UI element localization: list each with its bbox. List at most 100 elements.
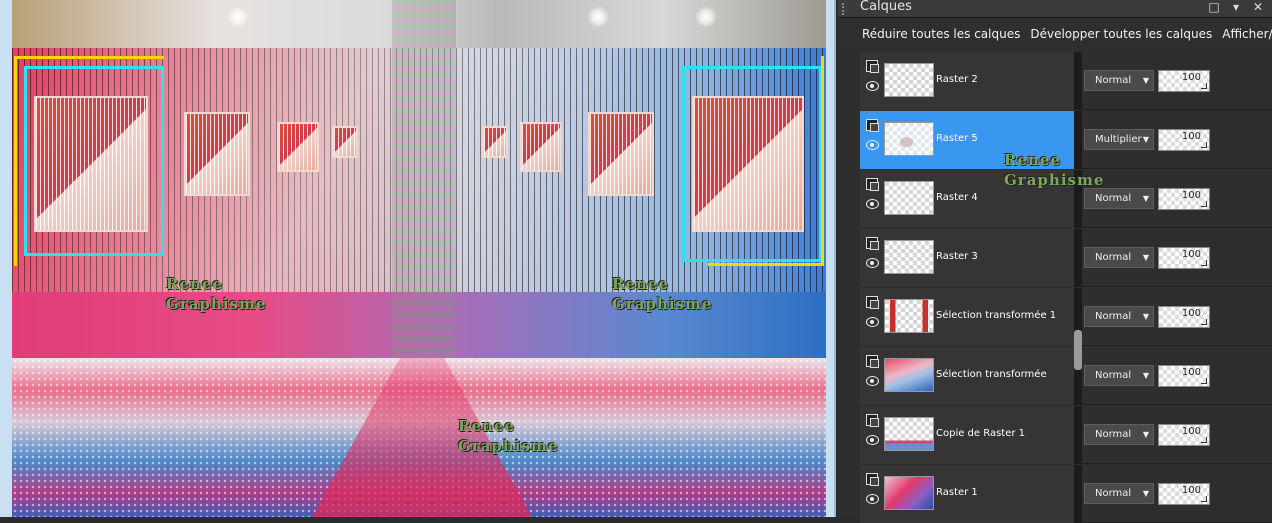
opacity-field[interactable]: 100	[1158, 129, 1210, 151]
layer-thumbnail[interactable]	[884, 181, 934, 215]
layer-name[interactable]: Raster 2	[936, 74, 978, 85]
panel-toolbar: Réduire toutes les calques Développer to…	[838, 20, 1272, 48]
artwork-image[interactable]: Renee Graphisme Renee Graphisme Renee Gr…	[12, 0, 826, 517]
layer-thumbnail[interactable]	[884, 299, 934, 333]
opacity-field[interactable]: 100	[1158, 483, 1210, 505]
canvas-window[interactable]: Renee Graphisme Renee Graphisme Renee Gr…	[0, 0, 836, 517]
collapse-all-button[interactable]: Réduire toutes les calques	[862, 27, 1020, 41]
layer-name[interactable]: Raster 4	[936, 192, 978, 203]
chevron-down-icon: ▼	[1142, 489, 1149, 498]
layer-thumbnail[interactable]	[884, 358, 934, 392]
opacity-field[interactable]: 100	[1158, 188, 1210, 210]
layer-group-icon[interactable]	[866, 355, 879, 368]
layer-thumbnail[interactable]	[884, 476, 934, 510]
layer-main[interactable]: Copie de Raster 1	[860, 406, 1074, 464]
panel-header-buttons: □ ▾ ✕	[1208, 0, 1264, 14]
eye-icon[interactable]	[866, 435, 879, 445]
layer-row[interactable]: Copie de Raster 1 Normal ▼ 100	[860, 406, 1272, 464]
layer-name[interactable]: Raster 3	[936, 251, 978, 262]
spotlight	[587, 6, 609, 28]
layer-main[interactable]: Raster 2	[860, 52, 1074, 110]
layer-group-icon[interactable]	[866, 178, 879, 191]
eye-icon[interactable]	[866, 376, 879, 386]
layers-panel: Calques □ ▾ ✕ Réduire toutes les calques…	[838, 0, 1272, 523]
show-hide-button[interactable]: Afficher/Masquer	[1222, 27, 1272, 41]
opacity-field[interactable]: 100	[1158, 424, 1210, 446]
layer-row[interactable]: Sélection transformée 1 Normal ▼ 100	[860, 288, 1272, 346]
layer-main[interactable]: Sélection transformée	[860, 347, 1074, 405]
layer-group-icon[interactable]	[866, 237, 879, 250]
blend-mode-select[interactable]: Normal ▼	[1084, 483, 1154, 504]
layer-thumbnail[interactable]	[884, 240, 934, 274]
layer-main[interactable]: Raster 3	[860, 229, 1074, 287]
layers-list: Raster 2 Normal ▼ 100 Raster 5 Multiplie…	[860, 52, 1272, 523]
layer-row[interactable]: Raster 1 Normal ▼ 100	[860, 465, 1272, 523]
watermark: Renee Graphisme	[1004, 151, 1105, 189]
layer-group-icon[interactable]	[866, 473, 879, 486]
layer-group-icon[interactable]	[866, 119, 879, 132]
maximize-icon[interactable]: □	[1208, 0, 1220, 14]
grip-icon[interactable]	[842, 3, 852, 15]
watermark: Renee Graphisme	[612, 275, 713, 313]
opacity-field[interactable]: 100	[1158, 365, 1210, 387]
dropdown-icon[interactable]: ▾	[1230, 0, 1242, 14]
blend-mode-select[interactable]: Multiplier ▼	[1084, 129, 1154, 150]
layer-icons	[866, 119, 880, 150]
layer-name[interactable]: Copie de Raster 1	[936, 428, 1025, 439]
layer-icons	[866, 296, 880, 327]
layer-name[interactable]: Raster 5	[936, 133, 978, 144]
layer-thumbnail[interactable]	[884, 122, 934, 156]
wall-picture	[277, 122, 319, 172]
layer-icons	[866, 237, 880, 268]
opacity-field[interactable]: 100	[1158, 247, 1210, 269]
chevron-down-icon: ▼	[1142, 135, 1149, 144]
panel-title: Calques	[860, 0, 912, 14]
layer-name[interactable]: Raster 1	[936, 487, 978, 498]
blend-mode-select[interactable]: Normal ▼	[1084, 70, 1154, 91]
layer-thumbnail[interactable]	[884, 417, 934, 451]
center-beam	[392, 0, 456, 358]
layer-group-icon[interactable]	[866, 296, 879, 309]
layer-name[interactable]: Sélection transformée 1	[936, 310, 1056, 321]
chevron-down-icon: ▼	[1142, 312, 1149, 321]
spotlight	[695, 6, 717, 28]
eye-icon[interactable]	[866, 81, 879, 91]
chevron-down-icon: ▼	[1142, 371, 1149, 380]
blend-mode-value: Normal	[1095, 370, 1132, 381]
divider	[1074, 465, 1082, 523]
layer-row[interactable]: Raster 2 Normal ▼ 100	[860, 52, 1272, 110]
blend-mode-select[interactable]: Normal ▼	[1084, 306, 1154, 327]
dotted-floor	[12, 358, 826, 517]
blend-mode-select[interactable]: Normal ▼	[1084, 247, 1154, 268]
blend-mode-value: Normal	[1095, 429, 1132, 440]
layer-main[interactable]: Raster 1	[860, 465, 1074, 523]
blend-mode-select[interactable]: Normal ▼	[1084, 365, 1154, 386]
layer-main[interactable]: Sélection transformée 1	[860, 288, 1074, 346]
panel-splitter-handle[interactable]	[1074, 330, 1082, 370]
eye-icon[interactable]	[866, 317, 879, 327]
layer-name[interactable]: Sélection transformée	[936, 369, 1047, 380]
blend-mode-select[interactable]: Normal ▼	[1084, 188, 1154, 209]
layer-group-icon[interactable]	[866, 60, 879, 73]
eye-icon[interactable]	[866, 258, 879, 268]
blend-mode-value: Normal	[1095, 488, 1132, 499]
panel-header[interactable]: Calques □ ▾ ✕	[838, 0, 1272, 18]
opacity-field[interactable]: 100	[1158, 306, 1210, 328]
eye-icon[interactable]	[866, 494, 879, 504]
layer-row[interactable]: Sélection transformée Normal ▼ 100	[860, 347, 1272, 405]
eye-icon[interactable]	[866, 140, 879, 150]
divider	[1074, 229, 1082, 287]
eye-icon[interactable]	[866, 199, 879, 209]
blend-mode-select[interactable]: Normal ▼	[1084, 424, 1154, 445]
watermark: Renee Graphisme	[458, 417, 559, 455]
layer-row[interactable]: Raster 3 Normal ▼ 100	[860, 229, 1272, 287]
layer-thumbnail[interactable]	[884, 63, 934, 97]
opacity-field[interactable]: 100	[1158, 70, 1210, 92]
layer-icons	[866, 60, 880, 91]
layer-group-icon[interactable]	[866, 414, 879, 427]
wall-picture	[520, 122, 562, 172]
blend-mode-value: Normal	[1095, 75, 1132, 86]
layer-icons	[866, 414, 880, 445]
close-icon[interactable]: ✕	[1252, 0, 1264, 14]
expand-all-button[interactable]: Développer toutes les calques	[1030, 27, 1212, 41]
